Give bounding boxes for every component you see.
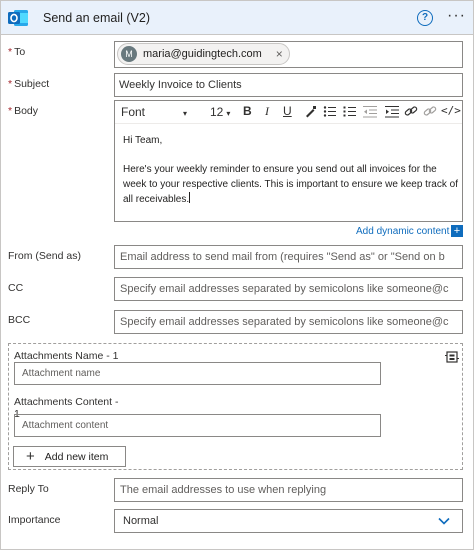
bcc-label: BCC bbox=[8, 314, 31, 326]
reply-to-label: Reply To bbox=[8, 483, 49, 495]
recipient-email: maria@guidingtech.com bbox=[143, 48, 262, 60]
add-new-item-button[interactable]: + Add new item bbox=[13, 446, 126, 467]
body-paragraph: Here's your weekly reminder to ensure yo… bbox=[123, 164, 458, 205]
attachment-name-input[interactable]: Attachment name bbox=[14, 362, 381, 385]
reply-to-placeholder: The email addresses to use when replying bbox=[120, 484, 327, 496]
more-icon[interactable]: ··· bbox=[447, 7, 466, 25]
subject-input[interactable]: Weekly Invoice to Clients bbox=[114, 73, 463, 97]
decrease-indent-icon[interactable] bbox=[363, 105, 377, 118]
bold-button[interactable]: B bbox=[243, 104, 252, 118]
avatar: M bbox=[121, 46, 137, 62]
reply-to-input[interactable]: The email addresses to use when replying bbox=[114, 478, 463, 502]
card-header[interactable]: Send an email (V2) ? ··· bbox=[1, 1, 473, 35]
add-dynamic-content-link[interactable]: Add dynamic content bbox=[356, 226, 449, 237]
outlook-icon bbox=[8, 10, 28, 26]
array-toggle-icon[interactable] bbox=[445, 350, 459, 364]
cc-input[interactable]: Specify email addresses separated by sem… bbox=[114, 277, 463, 301]
body-label: * Body bbox=[8, 105, 38, 117]
font-family-select[interactable]: Font ▾ bbox=[121, 105, 187, 119]
required-mark: * bbox=[8, 46, 13, 58]
plus-icon: + bbox=[26, 447, 35, 465]
from-input[interactable]: Email address to send mail from (require… bbox=[114, 245, 463, 269]
numbered-list-icon[interactable] bbox=[343, 105, 357, 118]
italic-button[interactable]: I bbox=[265, 104, 269, 119]
body-label-text: Body bbox=[14, 105, 39, 117]
font-size-value: 12 bbox=[210, 105, 224, 119]
unlink-icon[interactable] bbox=[423, 105, 437, 118]
bcc-placeholder: Specify email addresses separated by sem… bbox=[120, 316, 449, 328]
body-text[interactable]: Hi Team, Here's your weekly reminder to … bbox=[123, 133, 458, 207]
importance-value: Normal bbox=[123, 515, 159, 527]
action-title: Send an email (V2) bbox=[43, 11, 151, 25]
attachments-name-label: Attachments Name - 1 bbox=[14, 350, 119, 362]
chevron-down-icon bbox=[438, 517, 450, 525]
importance-label: Importance bbox=[8, 514, 61, 526]
chevron-down-icon: ▾ bbox=[226, 109, 231, 118]
from-placeholder: Email address to send mail from (require… bbox=[120, 251, 445, 263]
close-icon[interactable]: × bbox=[276, 47, 283, 61]
to-label-text: To bbox=[14, 46, 26, 58]
editor-toolbar: Font ▾ 12 ▾ B I U </> bbox=[115, 101, 462, 124]
bcc-input[interactable]: Specify email addresses separated by sem… bbox=[114, 310, 463, 334]
body-paragraph: Hi Team, bbox=[123, 135, 163, 146]
font-size-select[interactable]: 12 ▾ bbox=[210, 105, 230, 119]
code-view-button[interactable]: </> bbox=[441, 104, 461, 117]
add-new-item-label: Add new item bbox=[44, 450, 109, 463]
text-cursor bbox=[189, 192, 191, 203]
body-editor[interactable]: Font ▾ 12 ▾ B I U </> Hi Team, Here's yo… bbox=[114, 100, 463, 222]
subject-label-text: Subject bbox=[14, 78, 50, 90]
required-mark: * bbox=[8, 105, 13, 117]
bullet-list-icon[interactable] bbox=[323, 105, 337, 118]
importance-select[interactable]: Normal bbox=[114, 509, 463, 533]
font-family-value: Font bbox=[121, 105, 146, 119]
plus-icon[interactable]: + bbox=[451, 225, 463, 237]
chevron-down-icon: ▾ bbox=[183, 109, 188, 118]
subject-label: * Subject bbox=[8, 78, 49, 90]
increase-indent-icon[interactable] bbox=[385, 105, 399, 118]
help-circle-icon[interactable]: ? bbox=[417, 10, 433, 26]
cc-label: CC bbox=[8, 282, 24, 294]
to-label: * To bbox=[8, 46, 25, 58]
highlight-icon[interactable] bbox=[304, 105, 317, 118]
recipient-chip[interactable]: M maria@guidingtech.com × bbox=[117, 43, 290, 65]
required-mark: * bbox=[8, 78, 13, 90]
from-label: From (Send as) bbox=[8, 250, 81, 262]
underline-button[interactable]: U bbox=[283, 104, 292, 118]
link-icon[interactable] bbox=[404, 105, 418, 118]
cc-placeholder: Specify email addresses separated by sem… bbox=[120, 283, 449, 295]
attachment-content-input[interactable]: Attachment content bbox=[14, 414, 381, 437]
